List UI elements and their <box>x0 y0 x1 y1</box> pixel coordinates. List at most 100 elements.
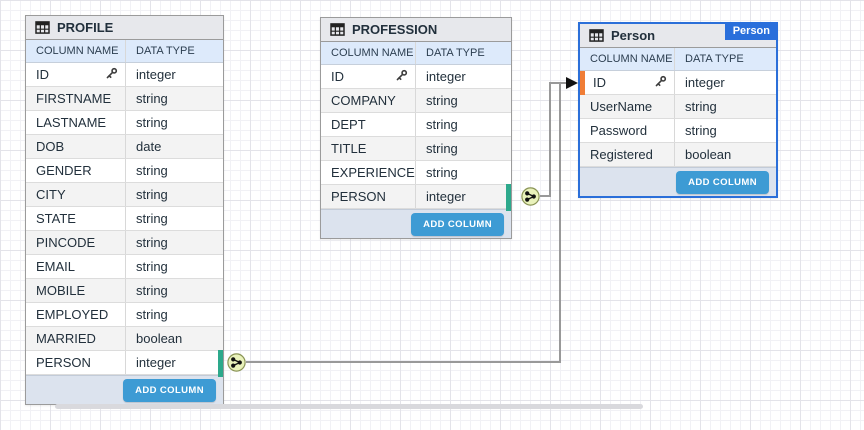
fk-connector-handle-profile[interactable] <box>227 353 246 372</box>
column-name-cell: ID <box>321 65 416 88</box>
column-name: PERSON <box>331 189 386 204</box>
column-name: ID <box>590 75 606 90</box>
data-type-cell: date <box>126 135 223 158</box>
data-type-cell: string <box>416 113 511 136</box>
table-row-foreign-key[interactable]: PERSON integer <box>26 351 223 375</box>
column-name-cell: MOBILE <box>26 279 126 302</box>
table-row[interactable]: PINCODE string <box>26 231 223 255</box>
column-name: DEPT <box>331 117 366 132</box>
table-row[interactable]: MARRIED boolean <box>26 327 223 351</box>
data-type-cell: string <box>126 279 223 302</box>
table-row[interactable]: CITY string <box>26 183 223 207</box>
relationship-arrowhead-icon <box>566 77 578 89</box>
column-name-cell: COMPANY <box>321 89 416 112</box>
column-name: ID <box>331 69 344 84</box>
table-title-bar-profession[interactable]: PROFESSION <box>321 18 511 42</box>
data-type-cell: string <box>416 137 511 160</box>
data-type-cell: integer <box>416 185 511 208</box>
column-name: EMAIL <box>36 259 75 274</box>
table-grid-icon <box>589 29 604 42</box>
table-grid-icon <box>330 23 345 36</box>
column-name-header: COLUMN NAME <box>26 40 126 62</box>
column-name: STATE <box>36 211 76 226</box>
fk-connector-handle-profession[interactable] <box>521 187 540 206</box>
table-row[interactable]: MOBILE string <box>26 279 223 303</box>
column-name: FIRSTNAME <box>36 91 111 106</box>
column-name-cell: TITLE <box>321 137 416 160</box>
column-name: EXPERIENCE <box>331 165 415 180</box>
column-name-cell: EXPERIENCE <box>321 161 416 184</box>
table-rows: ID integer FIRSTNAME string LASTNAME str… <box>26 63 223 375</box>
data-type-cell: integer <box>416 65 511 88</box>
design-canvas: PROFILE COLUMN NAME DATA TYPE ID integer <box>0 0 864 430</box>
column-name-header: COLUMN NAME <box>321 42 416 64</box>
data-type-cell: string <box>126 231 223 254</box>
table-row[interactable]: ID integer <box>26 63 223 87</box>
column-name: EMPLOYED <box>36 307 108 322</box>
column-name-cell: ID <box>26 63 126 86</box>
table-row[interactable]: Registered boolean <box>580 143 776 167</box>
data-type-cell: string <box>416 161 511 184</box>
column-name-cell: DEPT <box>321 113 416 136</box>
column-name: MARRIED <box>36 331 96 346</box>
column-name: GENDER <box>36 163 92 178</box>
table-row[interactable]: UserName string <box>580 95 776 119</box>
column-name-cell: PERSON <box>321 185 416 208</box>
table-row[interactable]: FIRSTNAME string <box>26 87 223 111</box>
share-nodes-icon <box>521 187 540 206</box>
table-footer: ADD COLUMN <box>26 375 223 404</box>
column-headers: COLUMN NAME DATA TYPE <box>580 48 776 71</box>
column-name: Password <box>590 123 647 138</box>
data-type-cell: string <box>126 207 223 230</box>
table-row[interactable]: Password string <box>580 119 776 143</box>
table-grid-icon <box>35 21 50 34</box>
data-type-header: DATA TYPE <box>126 40 223 62</box>
add-column-button[interactable]: ADD COLUMN <box>123 379 216 402</box>
table-title: PROFESSION <box>352 22 437 37</box>
data-type-cell: string <box>126 303 223 326</box>
column-name-cell: GENDER <box>26 159 126 182</box>
horizontal-scrollbar[interactable] <box>55 404 643 409</box>
column-name: CITY <box>36 187 66 202</box>
table-rows: ID integer COMPANY string DEPT string <box>321 65 511 209</box>
selected-table-badge: Person <box>725 22 778 40</box>
table-row[interactable]: EMAIL string <box>26 255 223 279</box>
add-column-button[interactable]: ADD COLUMN <box>411 213 504 236</box>
column-name: ID <box>36 67 49 82</box>
table-row[interactable]: ID integer <box>321 65 511 89</box>
column-name-cell: PINCODE <box>26 231 126 254</box>
column-name: TITLE <box>331 141 366 156</box>
data-type-cell: string <box>126 111 223 134</box>
table-row[interactable]: STATE string <box>26 207 223 231</box>
column-name-cell: LASTNAME <box>26 111 126 134</box>
data-type-cell: string <box>675 95 776 118</box>
add-column-button[interactable]: ADD COLUMN <box>676 171 769 194</box>
foreign-key-edge-highlight <box>506 184 511 211</box>
table-title-bar-person[interactable]: Person Person <box>580 24 776 48</box>
table-row[interactable]: EXPERIENCE string <box>321 161 511 185</box>
column-name-cell: STATE <box>26 207 126 230</box>
table-row-primary-key[interactable]: ID integer <box>580 71 776 95</box>
table-row[interactable]: EMPLOYED string <box>26 303 223 327</box>
table-row[interactable]: COMPANY string <box>321 89 511 113</box>
data-type-cell: string <box>416 89 511 112</box>
foreign-key-edge-highlight <box>218 350 223 377</box>
data-type-cell: string <box>126 255 223 278</box>
data-type-cell: integer <box>126 63 223 86</box>
table-row[interactable]: DOB date <box>26 135 223 159</box>
data-type-cell: string <box>126 159 223 182</box>
column-headers: COLUMN NAME DATA TYPE <box>321 42 511 65</box>
table-title-bar-profile[interactable]: PROFILE <box>26 16 223 40</box>
table-title: Person <box>611 28 655 43</box>
table-row-foreign-key[interactable]: PERSON integer <box>321 185 511 209</box>
table-row[interactable]: LASTNAME string <box>26 111 223 135</box>
column-name: Registered <box>590 147 653 162</box>
data-type-cell: integer <box>675 71 776 94</box>
table-row[interactable]: TITLE string <box>321 137 511 161</box>
data-type-cell: string <box>675 119 776 142</box>
table-row[interactable]: DEPT string <box>321 113 511 137</box>
data-type-cell: string <box>126 87 223 110</box>
column-name-cell: ID <box>580 71 675 94</box>
column-name-cell: UserName <box>580 95 675 118</box>
table-row[interactable]: GENDER string <box>26 159 223 183</box>
